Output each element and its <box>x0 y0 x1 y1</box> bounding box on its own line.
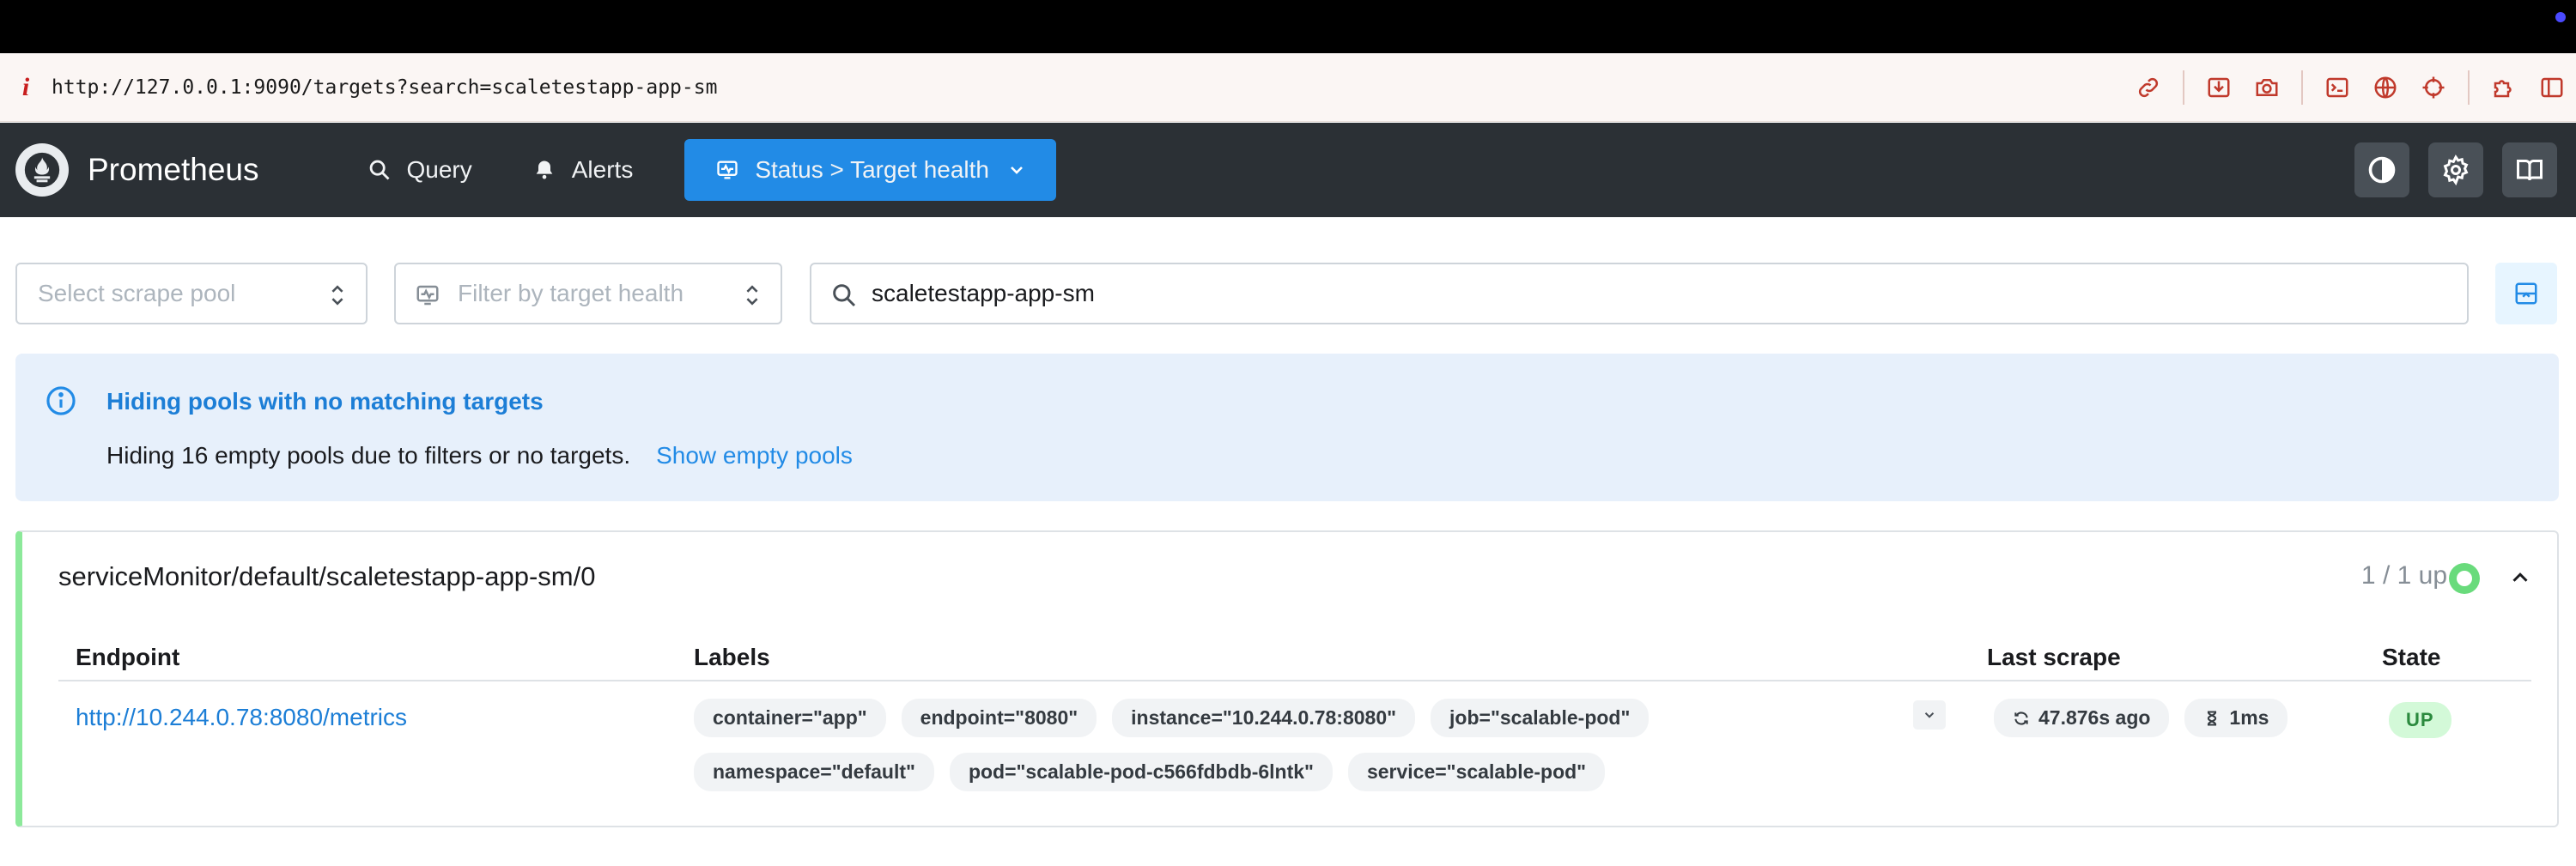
url-text[interactable]: http://127.0.0.1:9090/targets?search=sca… <box>52 76 717 99</box>
col-last-scrape: Last scrape <box>1987 644 2121 670</box>
hourglass-icon <box>2208 711 2217 725</box>
nav-status-menu[interactable]: Status > Target health <box>684 139 1056 201</box>
chevron-down-icon <box>1011 167 1023 174</box>
refresh-icon <box>2014 712 2028 724</box>
nav-query-label: Query <box>406 156 472 183</box>
chevron-down-icon <box>1924 712 1935 718</box>
settings-button[interactable] <box>2428 142 2483 197</box>
link-icon[interactable] <box>2124 64 2172 112</box>
book-icon <box>2517 160 2543 181</box>
nav-query[interactable]: Query <box>347 139 493 201</box>
monitor-heart-icon <box>416 285 439 306</box>
window-indicator-dot <box>2555 12 2566 22</box>
label-badge: job="scalable-pod" <box>1431 699 1649 737</box>
browser-top-strip <box>0 0 2576 53</box>
crosshair-icon[interactable] <box>2409 64 2458 112</box>
layout-collapse-icon <box>2515 282 2537 305</box>
search-value: scaletestapp-app-sm <box>872 280 1095 306</box>
docs-button[interactable] <box>2502 142 2557 197</box>
scrape-duration-badge: 1ms <box>2184 699 2288 737</box>
label-badge: service="scalable-pod" <box>1347 753 1606 791</box>
label-badge: instance="10.244.0.78:8080" <box>1112 699 1416 737</box>
theme-toggle-button[interactable] <box>2354 142 2409 197</box>
toolbar-separator <box>2468 70 2470 105</box>
header-actions <box>2354 123 2576 217</box>
filters-row: Select scrape pool Filter by target heal… <box>0 263 2576 324</box>
site-info-icon[interactable]: i <box>0 73 52 102</box>
terminal-icon[interactable] <box>2313 64 2361 112</box>
save-icon[interactable] <box>2195 64 2243 112</box>
selector-icon <box>331 285 343 306</box>
label-badge: container="app" <box>694 699 886 737</box>
selector-icon <box>746 285 758 306</box>
targets-table-header: Endpoint Labels Last scrape State <box>58 633 2531 681</box>
app-header: Prometheus Query Alerts Status > Target … <box>0 123 2576 217</box>
pool-up-count: 1 / 1 up <box>2360 561 2447 590</box>
last-scrape-badge: 47.876s ago <box>1994 699 2170 737</box>
col-labels: Labels <box>694 644 770 670</box>
label-badge: namespace="default" <box>694 753 934 791</box>
status-badge: UP <box>2389 702 2451 738</box>
col-state: State <box>2382 644 2441 670</box>
toolbar-separator <box>2183 70 2184 105</box>
alert-message: Hiding 16 empty pools due to filters or … <box>106 442 631 469</box>
table-row: http://10.244.0.78:8080/metrics containe… <box>58 681 2531 802</box>
globe-icon[interactable] <box>2361 64 2409 112</box>
search-icon <box>833 284 856 307</box>
last-scrape-text: 47.876s ago <box>2038 706 2151 729</box>
target-health-placeholder: Filter by target health <box>458 280 684 306</box>
collapse-all-button[interactable] <box>2495 263 2557 324</box>
alert-title: Hiding pools with no matching targets <box>106 388 544 415</box>
pool-title: serviceMonitor/default/scaletestapp-app-… <box>58 561 596 591</box>
monitor-heart-icon <box>717 160 738 179</box>
label-badge: pod="scalable-pod-c566fdbdb-6lntk" <box>949 753 1333 791</box>
nav-status-label: Status > Target health <box>755 156 989 183</box>
label-badge: endpoint="8080" <box>901 699 1097 737</box>
endpoint-link[interactable]: http://10.244.0.78:8080/metrics <box>76 704 407 731</box>
scrape-pool-placeholder: Select scrape pool <box>38 280 236 306</box>
target-labels: container="app" endpoint="8080" instance="… <box>694 699 1853 807</box>
show-empty-pools-link[interactable]: Show empty pools <box>656 442 853 469</box>
alert-message-row: Hiding 16 empty pools due to filters or … <box>106 442 853 469</box>
bell-icon <box>536 160 553 179</box>
last-scrape-info: 47.876s ago 1ms <box>1994 699 2303 753</box>
col-endpoint: Endpoint <box>76 644 180 670</box>
contrast-icon <box>2368 156 2396 184</box>
target-search-input[interactable]: scaletestapp-app-sm <box>810 263 2469 324</box>
toolbar-separator <box>2301 70 2303 105</box>
expand-labels-button[interactable] <box>1913 700 1946 730</box>
nav-alerts[interactable]: Alerts <box>512 139 654 201</box>
sidebar-icon[interactable] <box>2528 64 2576 112</box>
search-icon <box>369 160 389 180</box>
app-brand[interactable]: Prometheus <box>88 152 259 188</box>
puzzle-icon[interactable] <box>2480 64 2528 112</box>
camera-icon[interactable] <box>2243 64 2291 112</box>
scrape-pool-card: serviceMonitor/default/scaletestapp-app-… <box>15 530 2559 827</box>
browser-url-bar: i http://127.0.0.1:9090/targets?search=s… <box>0 53 2576 122</box>
info-circle-icon <box>46 386 76 415</box>
browser-toolbar <box>2124 53 2576 122</box>
prometheus-logo-icon[interactable] <box>15 143 69 197</box>
target-health-select[interactable]: Filter by target health <box>394 263 782 324</box>
chevron-up-icon[interactable] <box>2507 565 2533 590</box>
health-ring-icon <box>2449 563 2480 594</box>
scrape-pool-select[interactable]: Select scrape pool <box>15 263 368 324</box>
gear-icon <box>2443 154 2469 185</box>
hidden-pools-alert: Hiding pools with no matching targets Hi… <box>15 354 2559 501</box>
scrape-duration-text: 1ms <box>2229 706 2269 729</box>
nav-alerts-label: Alerts <box>571 156 634 183</box>
